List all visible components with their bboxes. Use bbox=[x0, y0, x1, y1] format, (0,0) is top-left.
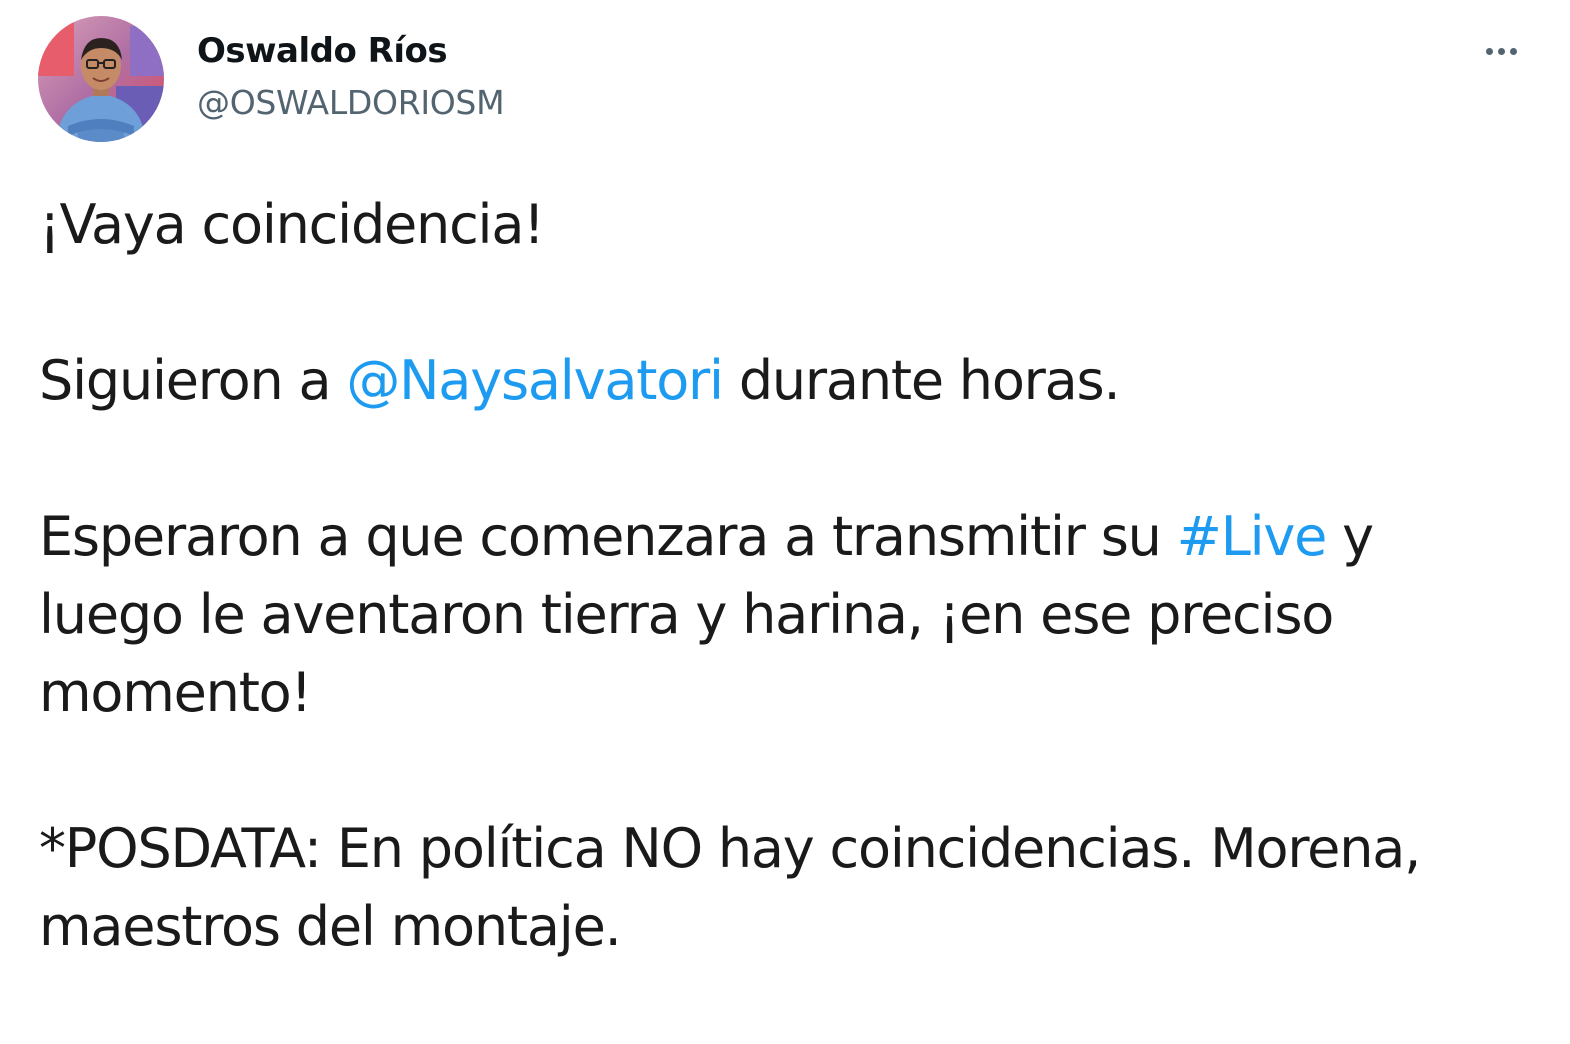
mention-link[interactable]: @Naysalvatori bbox=[346, 349, 724, 412]
tweet-text-segment: Siguieron a bbox=[39, 349, 347, 412]
more-horizontal-icon bbox=[1509, 47, 1517, 55]
tweet-line: momento! bbox=[39, 661, 312, 724]
tweet-paragraph: Siguieron a @Naysalvatori durante horas. bbox=[39, 342, 1529, 420]
tweet-text-segment: ¡Vaya coincidencia! bbox=[39, 193, 545, 256]
tweet-card: Oswaldo Ríos @OSWALDORIOSM ¡Vaya coincid… bbox=[0, 0, 1570, 1033]
hashtag-link[interactable]: #Live bbox=[1177, 505, 1328, 568]
tweet-paragraph: Esperaron a que comenzara a transmitir s… bbox=[39, 498, 1529, 732]
more-horizontal-icon bbox=[1497, 47, 1505, 55]
tweet-paragraph: ¡Vaya coincidencia! bbox=[39, 186, 1529, 264]
avatar[interactable] bbox=[38, 16, 164, 142]
tweet-text-segment: Esperaron a que comenzara a transmitir s… bbox=[39, 505, 1177, 568]
author-name[interactable]: Oswaldo Ríos bbox=[197, 28, 448, 74]
tweet-paragraph: *POSDATA: En política NO hay coincidenci… bbox=[39, 810, 1529, 966]
profile-photo-icon bbox=[38, 16, 164, 142]
tweet-text: ¡Vaya coincidencia! Siguieron a @Naysalv… bbox=[39, 186, 1529, 1044]
tweet-line: *POSDATA: En política NO hay coincidenci… bbox=[39, 817, 1421, 880]
tweet-text-segment: y bbox=[1326, 505, 1374, 568]
tweet-line: luego le aventaron tierra y harina, ¡en … bbox=[39, 583, 1334, 646]
tweet-line: Esperaron a que comenzara a transmitir s… bbox=[39, 498, 1529, 576]
more-horizontal-icon bbox=[1485, 47, 1493, 55]
more-options-button[interactable] bbox=[1470, 26, 1532, 76]
tweet-text-segment: durante horas. bbox=[722, 349, 1121, 412]
author-handle[interactable]: @OSWALDORIOSM bbox=[197, 80, 505, 126]
tweet-line: maestros del montaje. bbox=[39, 895, 622, 958]
